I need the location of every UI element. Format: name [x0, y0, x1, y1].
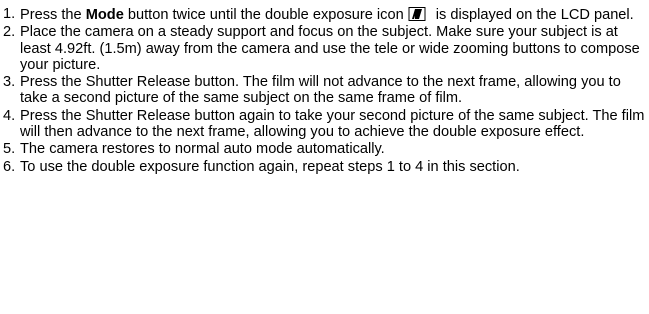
step-text-part: Press the	[20, 7, 86, 23]
step-item-6: 6. To use the double exposure function a…	[0, 159, 649, 175]
step-number: 4.	[3, 107, 16, 124]
step-text: Press the Shutter Release button again t…	[20, 107, 645, 141]
step-number: 2.	[3, 24, 16, 41]
step-item-4: 4. Press the Shutter Release button agai…	[0, 108, 649, 141]
step-text-part: is displayed on the LCD panel.	[431, 7, 634, 23]
step-text: Press the Mode button twice until the do…	[20, 6, 649, 23]
double-exposure-icon	[408, 6, 426, 22]
step-text: Place the camera on a steady support and…	[20, 24, 640, 73]
instruction-steps-list: 1. Press the Mode button twice until the…	[0, 6, 649, 176]
instruction-page: 1. Press the Mode button twice until the…	[0, 0, 649, 314]
step-item-3: 3. Press the Shutter Release button. The…	[0, 74, 649, 107]
step-text: To use the double exposure function agai…	[20, 158, 520, 175]
step-number: 3.	[3, 74, 16, 91]
step-text-part: button twice until the double exposure i…	[123, 7, 404, 23]
step-item-1: 1. Press the Mode button twice until the…	[0, 6, 649, 23]
step-number: 1.	[3, 6, 16, 22]
step-text: Press the Shutter Release button. The fi…	[20, 74, 621, 107]
step-number: 6.	[3, 158, 16, 175]
step-item-5: 5. The camera restores to normal auto mo…	[0, 141, 649, 157]
step-text: The camera restores to normal auto mode …	[20, 141, 385, 158]
step-number: 5.	[3, 141, 16, 158]
step-item-2: 2. Place the camera on a steady support …	[0, 24, 649, 73]
mode-button-label: Mode	[85, 7, 124, 23]
